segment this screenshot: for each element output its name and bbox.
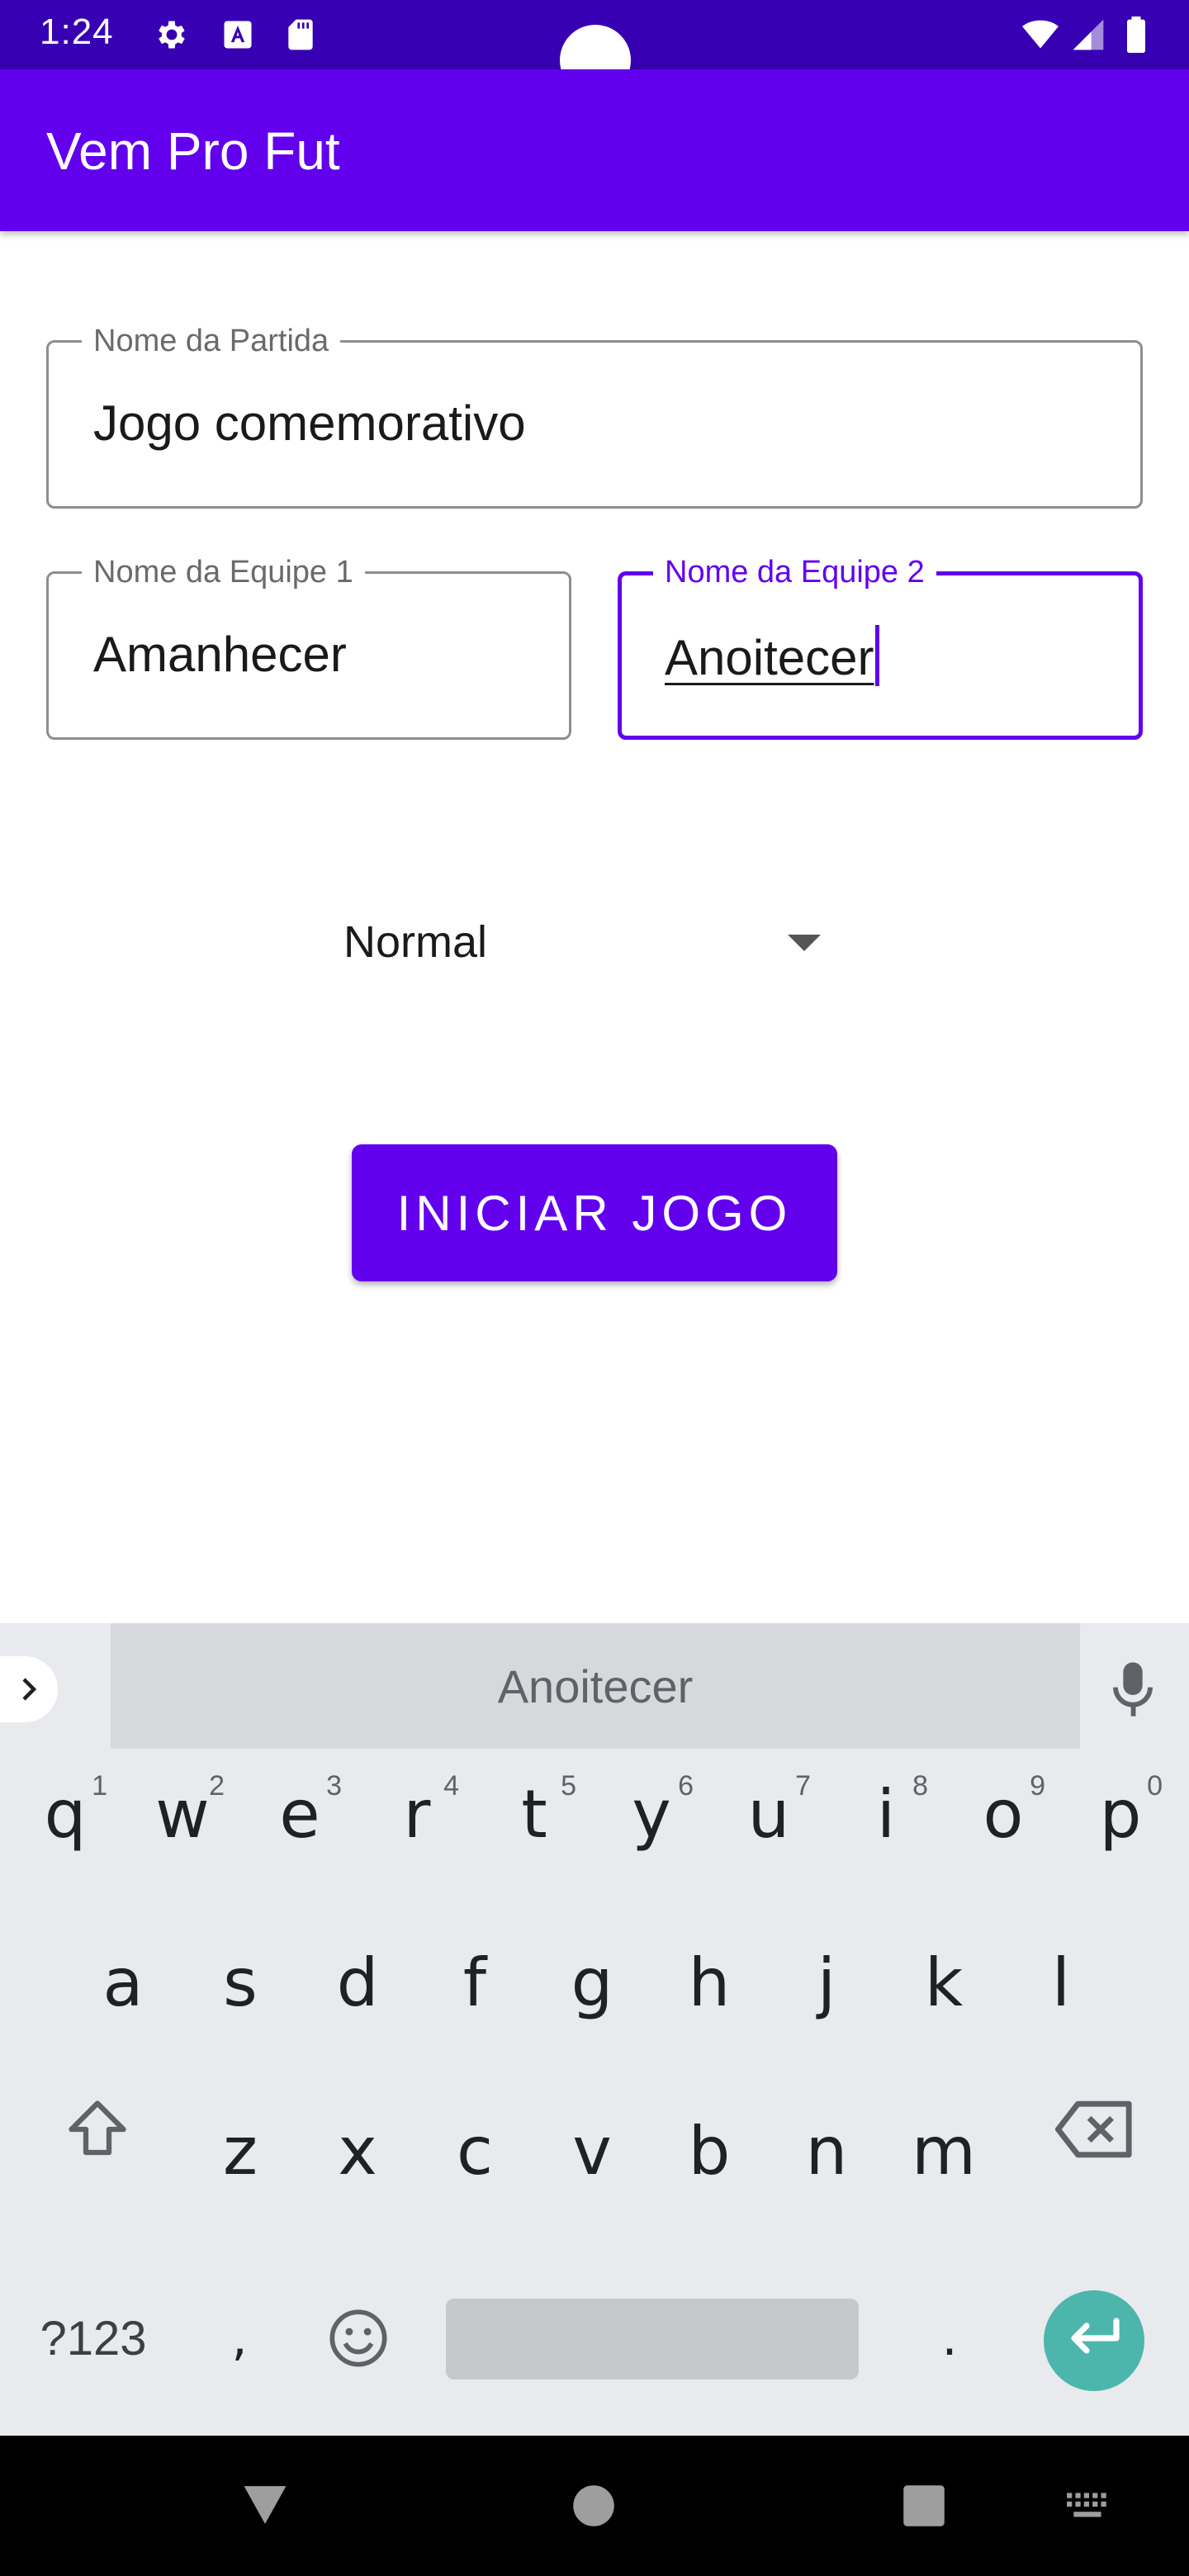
team1-name-field[interactable]: Nome da Equipe 1 Amanhecer bbox=[46, 554, 571, 740]
key-n[interactable]: n bbox=[768, 2089, 885, 2213]
app-title: Vem Pro Fut bbox=[46, 121, 340, 181]
key-h[interactable]: h bbox=[651, 1920, 768, 2044]
team1-name-value: Amanhecer bbox=[93, 627, 347, 682]
key-label: r bbox=[403, 1775, 431, 1853]
key-p[interactable]: p0 bbox=[1062, 1752, 1179, 1876]
wifi-icon bbox=[1022, 20, 1059, 49]
battery-icon bbox=[1127, 17, 1145, 53]
microphone-icon[interactable] bbox=[1110, 1660, 1156, 1719]
enter-arrow-icon bbox=[1071, 2318, 1120, 2354]
team1-name-label: Nome da Equipe 1 bbox=[82, 554, 365, 590]
key-label: t bbox=[521, 1775, 547, 1853]
key-label: y bbox=[632, 1775, 671, 1853]
key-hint: 3 bbox=[326, 1770, 342, 1802]
key-hint: 1 bbox=[92, 1770, 107, 1802]
suggestion-chip[interactable]: Anoitecer bbox=[111, 1623, 1080, 1749]
emoji-key[interactable] bbox=[324, 2289, 393, 2388]
key-hint: 2 bbox=[209, 1770, 225, 1802]
key-i[interactable]: i8 bbox=[827, 1752, 945, 1876]
key-y[interactable]: y6 bbox=[593, 1752, 710, 1876]
key-j[interactable]: j bbox=[768, 1920, 885, 2044]
key-x[interactable]: x bbox=[299, 2089, 416, 2213]
key-t[interactable]: t5 bbox=[476, 1752, 593, 1876]
backspace-icon bbox=[1055, 2100, 1132, 2158]
start-game-button[interactable]: INICIAR JOGO bbox=[352, 1144, 837, 1281]
back-triangle-icon[interactable] bbox=[239, 2482, 291, 2528]
key-c[interactable]: c bbox=[416, 2089, 533, 2213]
match-name-label: Nome da Partida bbox=[82, 323, 341, 359]
sd-card-icon bbox=[288, 19, 313, 50]
key-hint: 9 bbox=[1030, 1770, 1045, 1802]
key-w[interactable]: w2 bbox=[124, 1752, 241, 1876]
status-bar: 1:24 bbox=[0, 0, 1189, 96]
gear-icon bbox=[159, 21, 185, 49]
key-a[interactable]: a bbox=[64, 1920, 182, 2044]
enter-key[interactable] bbox=[1044, 2290, 1144, 2391]
match-name-value: Jogo comemorativo bbox=[93, 395, 526, 451]
backspace-key[interactable] bbox=[1052, 2084, 1138, 2175]
key-g[interactable]: g bbox=[533, 1920, 651, 2044]
key-hint: 5 bbox=[561, 1770, 576, 1802]
home-circle-icon[interactable] bbox=[571, 2484, 616, 2528]
key-label: u bbox=[747, 1775, 790, 1853]
key-u[interactable]: u7 bbox=[710, 1752, 827, 1876]
app-bar: Vem Pro Fut bbox=[0, 69, 1189, 231]
key-label: i bbox=[876, 1775, 896, 1853]
key-m[interactable]: m bbox=[885, 2089, 1002, 2213]
dropdown-arrow-icon bbox=[788, 935, 821, 951]
key-d[interactable]: d bbox=[299, 1920, 416, 2044]
key-s[interactable]: s bbox=[182, 1920, 299, 2044]
space-key[interactable] bbox=[446, 2299, 859, 2379]
game-mode-value: Normal bbox=[343, 917, 488, 967]
key-o[interactable]: o9 bbox=[945, 1752, 1062, 1876]
key-v[interactable]: v bbox=[533, 2089, 651, 2213]
symbols-key[interactable]: ?123 bbox=[25, 2289, 162, 2388]
key-q[interactable]: q1 bbox=[7, 1752, 124, 1876]
key-e[interactable]: e3 bbox=[241, 1752, 358, 1876]
recents-square-icon[interactable] bbox=[902, 2484, 946, 2528]
team2-name-value-wrap: Anoitecer bbox=[665, 625, 880, 688]
navigation-bar bbox=[0, 2436, 1189, 2576]
period-key[interactable]: . bbox=[917, 2289, 983, 2388]
shift-key[interactable] bbox=[59, 2084, 135, 2175]
key-l[interactable]: l bbox=[1002, 1920, 1120, 2044]
key-hint: 8 bbox=[912, 1770, 928, 1802]
shift-icon bbox=[69, 2100, 126, 2156]
key-hint: 4 bbox=[443, 1770, 459, 1802]
key-hint: 6 bbox=[678, 1770, 694, 1802]
key-label: q bbox=[44, 1775, 87, 1853]
match-name-field[interactable]: Nome da Partida Jogo comemorativo bbox=[46, 323, 1143, 509]
key-f[interactable]: f bbox=[416, 1920, 533, 2044]
font-a-icon bbox=[224, 21, 252, 49]
key-k[interactable]: k bbox=[885, 1920, 1002, 2044]
team2-name-field[interactable]: Nome da Equipe 2 Anoitecer bbox=[618, 554, 1143, 740]
emoji-icon bbox=[329, 2309, 387, 2367]
key-label: w bbox=[155, 1775, 210, 1853]
key-hint: 0 bbox=[1147, 1770, 1163, 1802]
text-caret bbox=[875, 625, 880, 686]
team2-name-value: Anoitecer bbox=[665, 630, 874, 685]
key-label: e bbox=[279, 1775, 320, 1853]
key-r[interactable]: r4 bbox=[358, 1752, 476, 1876]
soft-keyboard: Anoitecer q1w2e3r4t5y6u7i8o9p0 asdfghjkl… bbox=[0, 1623, 1189, 2436]
suggestion-bar: Anoitecer bbox=[0, 1623, 1189, 1749]
team2-name-label: Nome da Equipe 2 bbox=[653, 554, 936, 590]
game-mode-select[interactable]: Normal bbox=[324, 905, 836, 987]
key-label: p bbox=[1099, 1775, 1142, 1853]
suggestion-word: Anoitecer bbox=[497, 1660, 694, 1712]
key-hint: 7 bbox=[795, 1770, 811, 1802]
signal-icon bbox=[1073, 19, 1104, 50]
chevron-right-icon bbox=[22, 1678, 37, 1701]
expand-toolbar-button[interactable] bbox=[0, 1656, 58, 1722]
key-b[interactable]: b bbox=[651, 2089, 768, 2213]
comma-key[interactable]: , bbox=[206, 2289, 272, 2388]
keyboard-switch-icon[interactable] bbox=[1065, 2490, 1113, 2523]
status-time: 1:24 bbox=[40, 12, 114, 52]
key-z[interactable]: z bbox=[182, 2089, 299, 2213]
key-label: o bbox=[983, 1775, 1024, 1853]
